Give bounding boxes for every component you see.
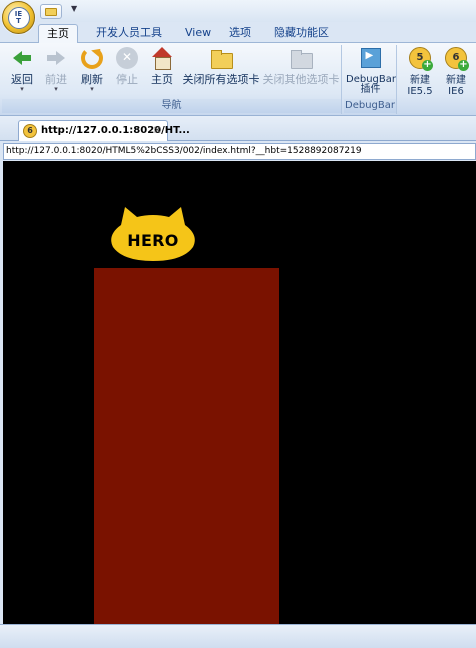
debugbar-icon [360, 47, 382, 69]
folder-gray-icon [290, 47, 313, 69]
ribbon-tabs: 主页 开发人员工具 View 选项 隐藏功能区 [0, 22, 476, 44]
debugbar-group: DebugBar 插件 DebugBar [344, 45, 397, 114]
hero-logo: HERO [107, 205, 199, 261]
stop-icon [116, 47, 138, 69]
folder-icon [210, 47, 233, 69]
back-arrow-icon [11, 47, 33, 69]
debugbar-group-label: DebugBar [344, 99, 396, 113]
tab-home[interactable]: 主页 [38, 24, 78, 44]
home-icon [151, 47, 173, 70]
ie6-icon [445, 47, 469, 71]
close-other-tabs-label: 关闭其他选项卡 [262, 73, 340, 86]
page-viewport: HERO [3, 161, 476, 624]
home-label: 主页 [151, 73, 173, 86]
navigation-group-label: 导航 [2, 99, 341, 113]
forward-dropdown-icon[interactable]: ▾ [42, 86, 70, 93]
quick-access-menu-arrow-icon[interactable]: ▼ [71, 4, 77, 13]
ie55-icon [409, 47, 433, 71]
new-ie-group: 新建 IE5.5 新建 IE6 [399, 45, 476, 114]
back-dropdown-icon[interactable]: ▾ [8, 86, 36, 93]
debugbar-plugin-label: 插件 [360, 84, 381, 95]
ie55-version-label: IE5.5 [407, 86, 433, 97]
debugbar-plugin-button[interactable]: DebugBar 插件 [346, 47, 396, 95]
close-all-tabs-button[interactable]: 关闭所有选项卡 [182, 47, 260, 86]
app-orb-button[interactable]: IE T [2, 1, 35, 34]
ie6-version-label: IE6 [448, 86, 464, 97]
refresh-button[interactable]: 刷新 ▾ [78, 47, 106, 93]
ie-version-badge-icon: 6 [23, 124, 37, 138]
navigation-group: 返回 ▾ 前进 ▾ 刷新 ▾ 停止 主页 关闭所有选项卡 关闭其他选项卡 [2, 45, 342, 114]
new-ie6-label: 新建 [446, 75, 466, 86]
document-tab-title: http://127.0.0.1:8020/HT... [41, 125, 190, 136]
title-bar: ▼ [0, 0, 476, 22]
address-url[interactable]: http://127.0.0.1:8020/HTML5%2bCSS3/002/i… [6, 146, 362, 156]
tab-developer-tools[interactable]: 开发人员工具 [88, 24, 170, 43]
stop-label: 停止 [116, 73, 138, 86]
tab-hide-ribbon[interactable]: 隐藏功能区 [266, 24, 337, 43]
new-ie55-label: 新建 [410, 75, 430, 86]
close-all-tabs-label: 关闭所有选项卡 [182, 73, 260, 86]
ietester-logo-icon: IE T [7, 6, 30, 29]
document-tab-strip: 6 http://127.0.0.1:8020/HT... × [0, 116, 476, 141]
tab-options[interactable]: 选项 [221, 24, 259, 43]
quick-access-folder-icon[interactable] [40, 4, 62, 19]
address-bar[interactable]: http://127.0.0.1:8020/HTML5%2bCSS3/002/i… [3, 143, 476, 160]
document-tab[interactable]: 6 http://127.0.0.1:8020/HT... × [18, 120, 190, 141]
back-button[interactable]: 返回 ▾ [8, 47, 36, 93]
new-ie55-button[interactable]: 新建 IE5.5 [403, 47, 437, 97]
close-tab-icon[interactable]: × [153, 123, 162, 136]
home-button[interactable]: 主页 [148, 47, 176, 86]
status-bar [0, 624, 476, 648]
close-other-tabs-button[interactable]: 关闭其他选项卡 [262, 47, 340, 86]
tab-view[interactable]: View [177, 24, 219, 43]
red-block [94, 268, 279, 624]
forward-button[interactable]: 前进 ▾ [42, 47, 70, 93]
new-ie6-button[interactable]: 新建 IE6 [439, 47, 473, 97]
refresh-dropdown-icon[interactable]: ▾ [78, 86, 106, 93]
forward-arrow-icon [45, 47, 67, 69]
refresh-icon [81, 47, 103, 69]
stop-button[interactable]: 停止 [113, 47, 141, 86]
hero-text: HERO [127, 231, 179, 250]
ribbon: 返回 ▾ 前进 ▾ 刷新 ▾ 停止 主页 关闭所有选项卡 关闭其他选项卡 [0, 43, 476, 116]
